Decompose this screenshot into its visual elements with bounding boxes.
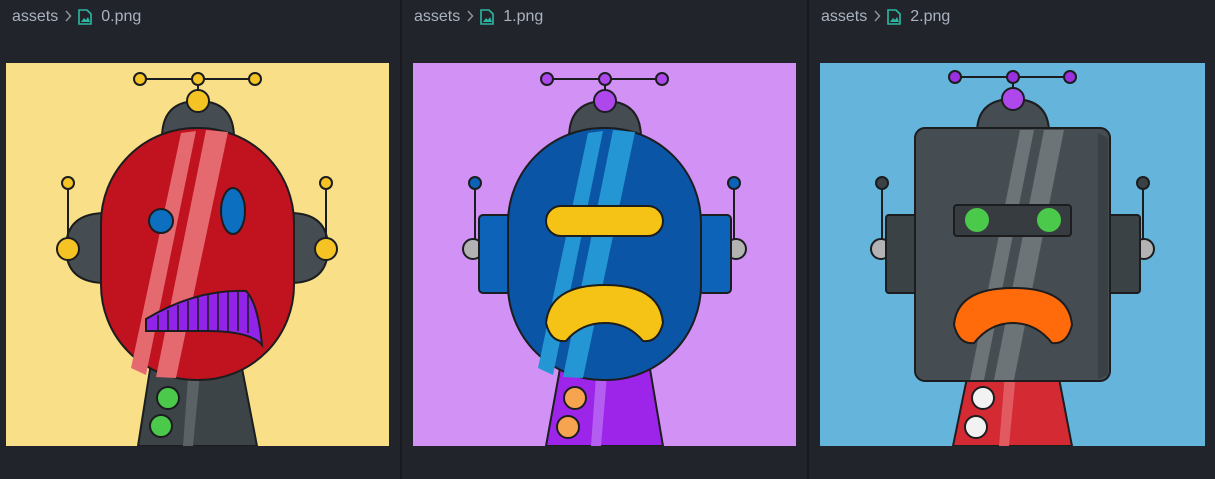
image-preview [413,63,796,446]
image-file-icon [887,8,902,25]
image-preview-pane-1: assets 1.png [402,0,807,479]
image-file-icon [78,8,93,25]
chevron-right-icon [64,9,72,25]
image-file-icon [480,8,495,25]
robot-image-2 [820,63,1205,446]
image-preview [820,63,1205,446]
breadcrumb: assets 1.png [402,0,807,33]
image-preview [6,63,389,446]
chevron-right-icon [873,9,881,25]
breadcrumb: assets 2.png [809,0,1215,33]
image-preview-pane-2: assets 2.png [809,0,1215,479]
breadcrumb-folder[interactable]: assets [414,8,460,26]
breadcrumb: assets 0.png [0,0,400,33]
breadcrumb-file-name[interactable]: 1.png [503,8,543,26]
robot-image-1 [413,63,796,446]
breadcrumb-folder[interactable]: assets [821,8,867,26]
breadcrumb-file-name[interactable]: 0.png [101,8,141,26]
breadcrumb-folder[interactable]: assets [12,8,58,26]
robot-image-0 [6,63,389,446]
chevron-right-icon [466,9,474,25]
image-preview-pane-0: assets 0.png [0,0,400,479]
breadcrumb-file-name[interactable]: 2.png [910,8,950,26]
